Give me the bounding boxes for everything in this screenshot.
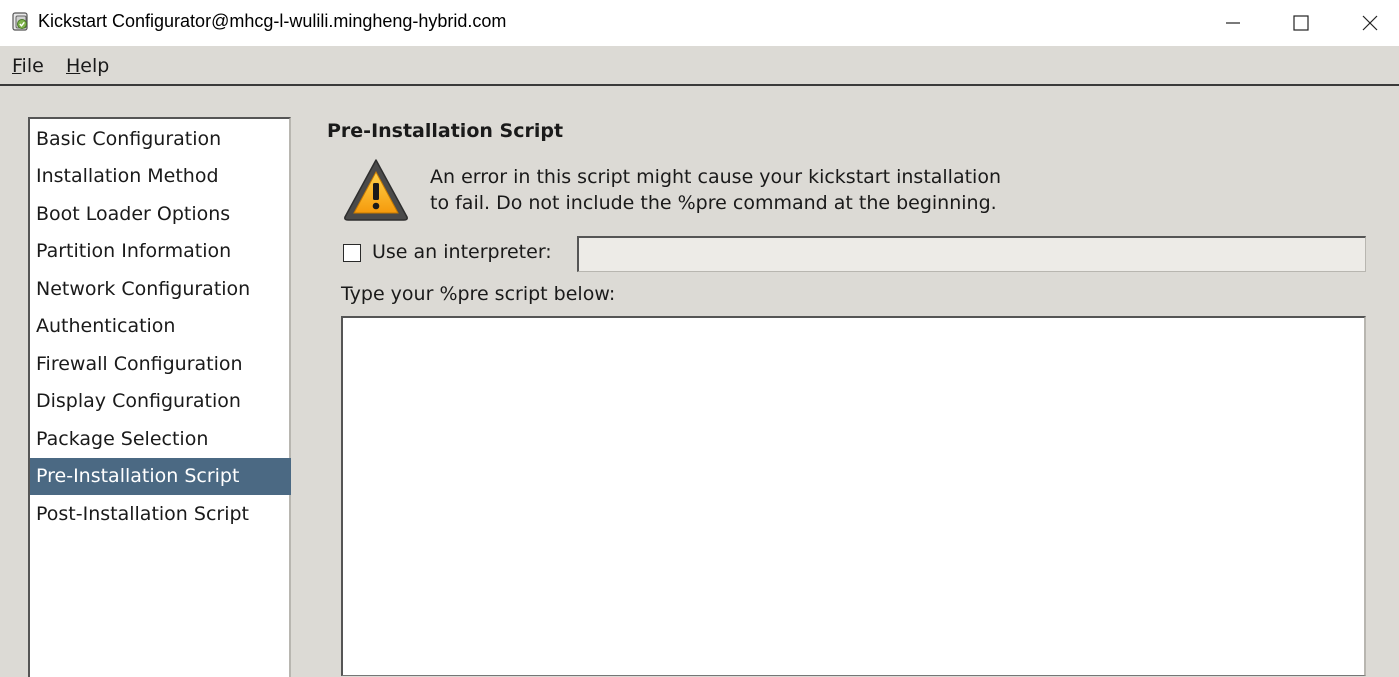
sidebar-item-installation-method[interactable]: Installation Method: [30, 158, 291, 195]
sidebar-list: Basic Configuration Installation Method …: [28, 117, 291, 677]
kickstart-app-icon: [10, 11, 32, 33]
window-title: Kickstart Configurator@mhcg-l-wulili.min…: [38, 11, 507, 31]
sidebar-item-pre-installation-script[interactable]: Pre-Installation Script: [30, 458, 291, 495]
script-label: Type your %pre script below:: [341, 283, 616, 305]
sidebar-item-partition-information[interactable]: Partition Information: [30, 233, 291, 270]
menubar: File Help: [0, 46, 1399, 86]
close-button[interactable]: [1336, 0, 1399, 46]
pre-script-textarea[interactable]: [341, 316, 1366, 676]
sidebar-item-post-installation-script[interactable]: Post-Installation Script: [30, 496, 291, 533]
menu-file-label: ile: [21, 55, 44, 77]
menu-file-mnemonic: F: [12, 55, 22, 77]
menu-help-label: elp: [80, 55, 110, 77]
sidebar-item-network-configuration[interactable]: Network Configuration: [30, 271, 291, 308]
maximize-icon: [1293, 15, 1309, 31]
menu-help-mnemonic: H: [66, 55, 81, 77]
sidebar-item-basic-configuration[interactable]: Basic Configuration: [30, 121, 291, 158]
minimize-icon: [1226, 22, 1240, 24]
sidebar-item-display-configuration[interactable]: Display Configuration: [30, 383, 291, 420]
interpreter-input[interactable]: [577, 236, 1366, 272]
menu-file[interactable]: File: [12, 55, 44, 77]
window-titlebar: Kickstart Configurator@mhcg-l-wulili.min…: [0, 0, 1399, 46]
page-title: Pre-Installation Script: [327, 120, 564, 142]
close-icon: [1362, 15, 1378, 31]
warning-line-2: to fail. Do not include the %pre command…: [430, 192, 997, 214]
minimize-button[interactable]: [1199, 0, 1267, 46]
sidebar-item-package-selection[interactable]: Package Selection: [30, 421, 291, 458]
warning-message: An error in this script might cause your…: [430, 164, 1001, 216]
sidebar-item-firewall-configuration[interactable]: Firewall Configuration: [30, 346, 291, 383]
maximize-button[interactable]: [1267, 0, 1335, 46]
warning-line-1: An error in this script might cause your…: [430, 166, 1002, 188]
menu-help[interactable]: Help: [66, 55, 109, 77]
sidebar-item-authentication[interactable]: Authentication: [30, 308, 291, 345]
warning-icon: [342, 157, 410, 223]
use-interpreter-checkbox[interactable]: [343, 244, 361, 262]
sidebar-item-boot-loader-options[interactable]: Boot Loader Options: [30, 196, 291, 233]
use-interpreter-label[interactable]: Use an interpreter:: [372, 241, 552, 263]
